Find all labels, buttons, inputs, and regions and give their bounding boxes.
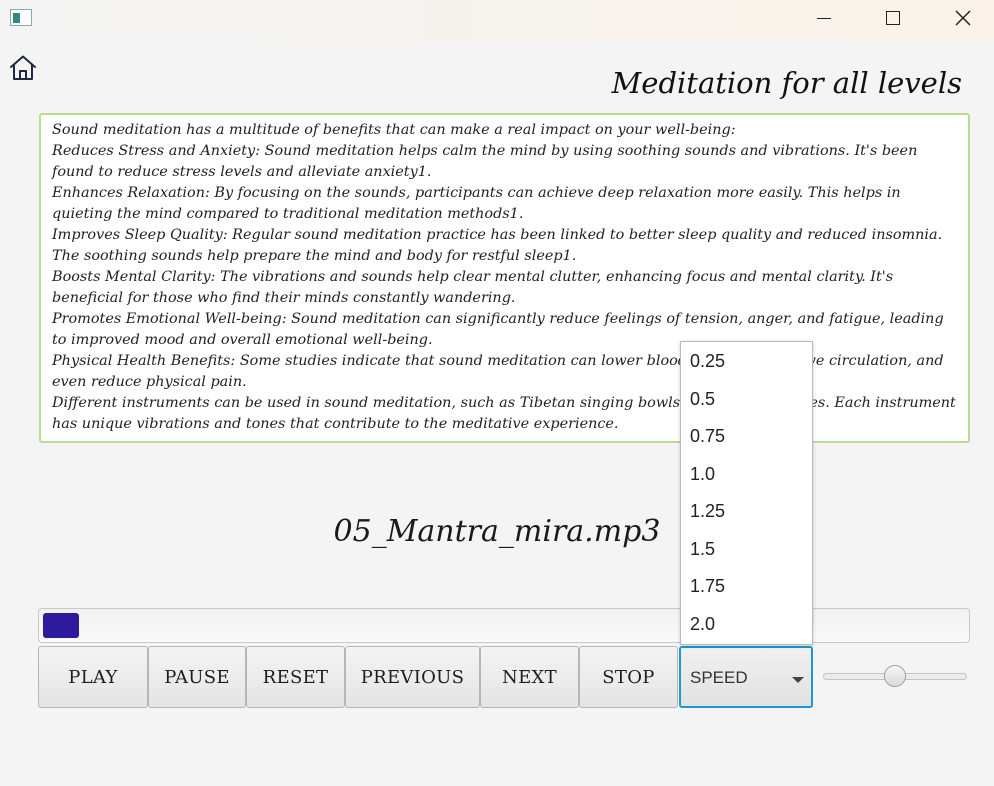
previous-button[interactable]: PREVIOUS — [345, 646, 480, 708]
progress-fill — [43, 613, 79, 638]
play-button[interactable]: PLAY — [38, 646, 148, 708]
speed-option[interactable]: 2.0 — [681, 606, 812, 644]
speed-option[interactable]: 0.25 — [681, 343, 812, 381]
volume-slider-thumb[interactable] — [884, 665, 906, 687]
page-title: Meditation for all levels — [611, 66, 962, 100]
speed-option[interactable]: 1.0 — [681, 456, 812, 494]
chevron-down-icon — [792, 677, 804, 683]
close-icon[interactable] — [940, 0, 986, 38]
next-button[interactable]: NEXT — [480, 646, 579, 708]
home-icon[interactable] — [8, 54, 38, 82]
description-paragraph: Sound meditation has a multitude of bene… — [52, 122, 736, 138]
maximize-icon[interactable] — [870, 0, 916, 38]
reset-button[interactable]: RESET — [246, 646, 345, 708]
speed-option[interactable]: 0.5 — [681, 381, 812, 419]
track-name: 05_Mantra_mira.mp3 — [333, 514, 661, 549]
speed-label: SPEED — [690, 668, 748, 687]
description-paragraph: Physical Health Benefits: Some studies i… — [52, 353, 944, 390]
progress-bar[interactable] — [38, 608, 970, 643]
speed-option[interactable]: 1.25 — [681, 493, 812, 531]
title-bar — [0, 0, 994, 40]
description-paragraph: Enhances Relaxation: By focusing on the … — [52, 185, 901, 222]
speed-option[interactable]: 0.75 — [681, 418, 812, 456]
speed-option[interactable]: 1.5 — [681, 531, 812, 569]
minimize-icon[interactable] — [800, 0, 846, 38]
description-textarea[interactable]: Sound meditation has a multitude of bene… — [39, 113, 970, 443]
speed-dropdown-list: 0.25 0.5 0.75 1.0 1.25 1.5 1.75 2.0 — [680, 341, 813, 645]
description-paragraph: Improves Sleep Quality: Regular sound me… — [52, 227, 943, 264]
app-icon — [10, 9, 32, 26]
description-paragraph: Reduces Stress and Anxiety: Sound medita… — [52, 143, 918, 180]
pause-button[interactable]: PAUSE — [148, 646, 246, 708]
description-paragraph: Promotes Emotional Well-being: Sound med… — [52, 311, 944, 348]
speed-option[interactable]: 1.75 — [681, 568, 812, 606]
description-paragraph: Boosts Mental Clarity: The vibrations an… — [52, 269, 894, 306]
description-paragraph: Different instruments can be used in sou… — [52, 395, 956, 432]
stop-button[interactable]: STOP — [579, 646, 678, 708]
speed-select[interactable]: SPEED — [679, 646, 813, 708]
